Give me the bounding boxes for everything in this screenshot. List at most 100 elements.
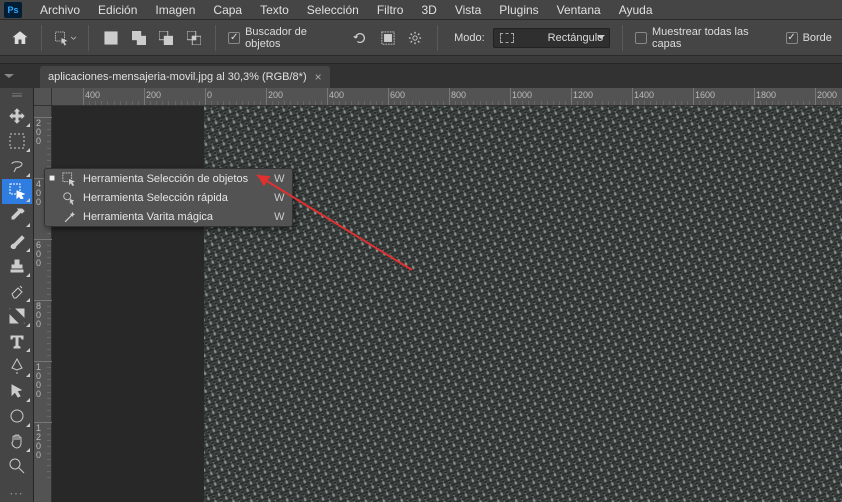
menu-view[interactable]: Vista (447, 1, 489, 19)
new-selection-button[interactable] (101, 28, 120, 48)
quick-select-icon (61, 190, 77, 206)
document-tab[interactable]: aplicaciones-mensajeria-movil.jpg al 30,… (40, 66, 330, 88)
flyout-item-shortcut: W (254, 211, 284, 223)
flyout-item-label: Herramienta Selección de objetos (83, 173, 248, 185)
menu-window[interactable]: Ventana (549, 1, 609, 19)
separator (88, 25, 89, 51)
ruler-tick-label: 400 (329, 90, 344, 100)
object-finder-checkbox[interactable]: Buscador de objetos (228, 26, 342, 50)
menu-layer[interactable]: Capa (205, 1, 250, 19)
sample-all-layers-checkbox[interactable]: Muestrear todas las capas (635, 26, 777, 50)
separator (41, 25, 42, 51)
ruler-tick-label: 2000 (817, 90, 837, 100)
ruler-horizontal[interactable]: 400 2000 200 400 600 800 1000 1200 1400 1600 1800 2… (52, 88, 842, 106)
overlay-button[interactable] (378, 28, 397, 48)
options-bar: Buscador de objetos Modo: Rectángulo Mue… (0, 20, 842, 56)
tool-palette: ⋯ (0, 88, 34, 502)
menubar: Ps Archivo Edición Imagen Capa Texto Sel… (0, 0, 842, 20)
ruler-tick-label: 1800 (756, 90, 776, 100)
tab-scroll-chevrons-icon[interactable] (4, 64, 34, 88)
flyout-item-object-select[interactable]: ■ Herramienta Selección de objetos W (45, 169, 292, 188)
flyout-item-shortcut: W (254, 192, 284, 204)
eraser-tool[interactable] (2, 279, 32, 304)
flyout-item-label: Herramienta Selección rápida (83, 192, 228, 204)
gradient-tool[interactable] (2, 304, 32, 329)
menu-filter[interactable]: Filtro (369, 1, 412, 19)
sample-all-layers-label: Muestrear todas las capas (652, 26, 778, 50)
mode-dropdown[interactable]: Rectángulo (493, 28, 611, 48)
rectangle-icon (500, 33, 514, 43)
canvas-viewport[interactable] (52, 106, 842, 502)
type-tool[interactable] (2, 329, 32, 354)
ruler-tick-label: 200 (268, 90, 283, 100)
menu-image[interactable]: Imagen (147, 1, 203, 19)
active-bullet-icon: ■ (49, 173, 55, 184)
close-tab-icon[interactable]: × (315, 70, 322, 84)
ruler-tick-label: 1600 (695, 90, 715, 100)
menu-file[interactable]: Archivo (32, 1, 88, 19)
collapse-strip[interactable] (0, 56, 842, 64)
tool-flyout-menu: ■Herramienta Selección de objetosW■Herra… (44, 168, 293, 227)
ruler-tick-label: 1400 (634, 90, 654, 100)
lasso-tool[interactable] (2, 154, 32, 179)
document-image (204, 106, 842, 502)
ruler-vertical[interactable]: 20040060080010001200 (34, 106, 52, 502)
checkbox-icon (635, 32, 647, 44)
menu-edit[interactable]: Edición (90, 1, 145, 19)
flyout-item-magic-wand[interactable]: ■Herramienta Varita mágicaW (45, 207, 292, 226)
move-tool[interactable] (2, 104, 32, 129)
shape-tool[interactable] (2, 404, 32, 429)
separator (622, 25, 623, 51)
home-icon[interactable] (10, 28, 29, 48)
brush-tool[interactable] (2, 229, 32, 254)
active-tool-icon[interactable] (54, 27, 76, 49)
document-tab-bar: aplicaciones-mensajeria-movil.jpg al 30,… (0, 64, 842, 88)
menu-plugins[interactable]: Plugins (491, 1, 546, 19)
mode-label: Modo: (454, 32, 485, 44)
chevron-down-icon (597, 32, 605, 44)
hand-tool[interactable] (2, 429, 32, 454)
separator (215, 25, 216, 51)
ruler-tick-label: 1000 (512, 90, 532, 100)
flyout-item-label: Herramienta Varita mágica (83, 211, 213, 223)
more-tools-icon[interactable]: ⋯ (9, 485, 24, 502)
workspace: ⋯ 40020002004006008001000120014001600180… (0, 88, 842, 502)
ruler-tick-label: 400 (85, 90, 100, 100)
eyedropper-tool[interactable] (2, 204, 32, 229)
subtract-selection-button[interactable] (156, 28, 175, 48)
add-selection-button[interactable] (129, 28, 148, 48)
marquee-tool[interactable] (2, 129, 32, 154)
stamp-tool[interactable] (2, 254, 32, 279)
flyout-item-quick-select[interactable]: ■Herramienta Selección rápidaW (45, 188, 292, 207)
menu-selection[interactable]: Selección (299, 1, 367, 19)
flyout-item-shortcut: W (254, 173, 284, 185)
document-tab-title: aplicaciones-mensajeria-movil.jpg al 30,… (48, 71, 307, 83)
refresh-button[interactable] (351, 28, 370, 48)
hard-edge-checkbox[interactable]: Borde (786, 32, 832, 44)
ruler-tick-label: 1200 (573, 90, 593, 100)
checkbox-icon (786, 32, 798, 44)
intersect-selection-button[interactable] (184, 28, 203, 48)
ruler-tick-label: 600 (390, 90, 405, 100)
separator (437, 25, 438, 51)
ruler-origin[interactable] (34, 88, 52, 106)
canvas-area: 4002000200400600800100012001400160018002… (34, 88, 842, 502)
mode-value: Rectángulo (548, 32, 604, 44)
settings-gear-icon[interactable] (406, 28, 425, 48)
pen-tool[interactable] (2, 354, 32, 379)
menu-text[interactable]: Texto (252, 1, 297, 19)
object-select-icon (61, 171, 77, 187)
app-logo-icon: Ps (4, 2, 22, 18)
menu-3d[interactable]: 3D (413, 1, 444, 19)
ruler-tick-label: 800 (451, 90, 466, 100)
zoom-tool[interactable] (2, 454, 32, 479)
hard-edge-label: Borde (803, 32, 832, 44)
menu-help[interactable]: Ayuda (611, 1, 661, 19)
path-selection-tool[interactable] (2, 379, 32, 404)
palette-collapse-icon[interactable] (2, 92, 32, 100)
ruler-tick-label: 200 (146, 90, 161, 100)
checkbox-icon (228, 32, 240, 44)
magic-wand-icon (61, 209, 77, 225)
object-selection-tool[interactable] (2, 179, 32, 204)
object-finder-label: Buscador de objetos (245, 26, 343, 50)
